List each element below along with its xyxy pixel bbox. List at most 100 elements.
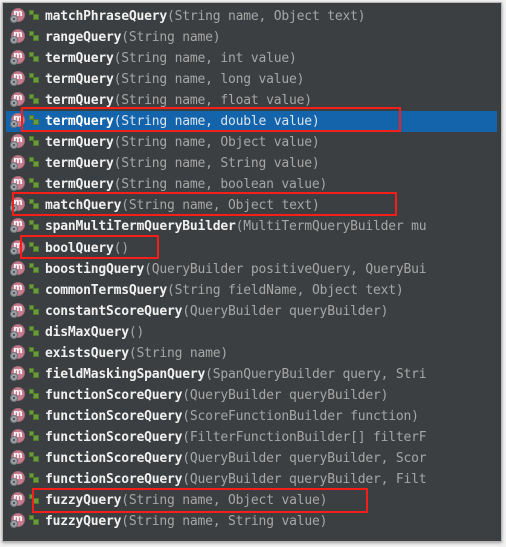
- static-member-icon: [28, 28, 41, 44]
- static-member-icon: [28, 133, 41, 149]
- completion-item-name: matchQuery: [45, 198, 122, 214]
- completion-item[interactable]: m rangeQuery(String name): [6, 27, 497, 48]
- completion-list[interactable]: m matchPhraseQuery(String name, Object te…: [6, 6, 497, 540]
- completion-item-params: (QueryBuilder queryBuilder): [182, 303, 389, 319]
- completion-item-name: disMaxQuery: [45, 324, 129, 340]
- completion-item[interactable]: m termQuery(String name, String value): [6, 153, 497, 174]
- completion-item[interactable]: m functionScoreQuery(QueryBuilder queryBu…: [6, 385, 497, 406]
- completion-item[interactable]: m termQuery(String name, double value): [6, 111, 497, 133]
- completion-item-name: functionScoreQuery: [45, 472, 183, 488]
- completion-item[interactable]: m fuzzyQuery(String name, String value): [6, 511, 497, 532]
- completion-item-name: rangeQuery: [45, 30, 122, 46]
- completion-item-params: (FilterFunctionBuilder[] filterF: [182, 429, 427, 445]
- completion-item-params: (SpanQueryBuilder query, Stri: [205, 366, 427, 382]
- completion-item-name: fuzzyQuery: [45, 514, 122, 530]
- completion-item-name: commonTermsQuery: [45, 282, 168, 298]
- completion-item-name: constantScoreQuery: [45, 303, 183, 319]
- completion-item-name: fieldMaskingSpanQuery: [45, 366, 206, 382]
- completion-item[interactable]: m functionScoreQuery(QueryBuilder queryBu…: [6, 469, 497, 490]
- completion-item-name: existsQuery: [45, 345, 129, 361]
- completion-item[interactable]: m functionScoreQuery(FilterFunctionBuilde…: [6, 427, 497, 448]
- method-icon: m: [10, 365, 26, 381]
- completion-item-params: (ScoreFunctionBuilder function): [182, 408, 419, 424]
- completion-item-params: (): [113, 240, 129, 256]
- completion-item-params: (String name, String value): [113, 156, 320, 172]
- completion-popup[interactable]: m matchPhraseQuery(String name, Object te…: [2, 2, 502, 542]
- completion-item[interactable]: m functionScoreQuery(QueryBuilder queryBu…: [6, 448, 497, 469]
- static-member-icon: [28, 196, 41, 212]
- completion-item[interactable]: m commonTermsQuery(String fieldName, Obje…: [6, 280, 497, 301]
- completion-item-name: matchPhraseQuery: [45, 9, 168, 24]
- completion-item-name: termQuery: [45, 156, 114, 172]
- completion-item[interactable]: m boostingQuery(QueryBuilder positiveQuer…: [6, 259, 497, 280]
- completion-item-name: functionScoreQuery: [45, 387, 183, 403]
- completion-item-name: termQuery: [45, 135, 114, 151]
- method-icon: m: [10, 281, 26, 297]
- completion-item[interactable]: m functionScoreQuery(ScoreFunctionBuilder…: [6, 406, 497, 427]
- static-member-icon: [28, 217, 41, 233]
- completion-item-name: fuzzyQuery: [45, 493, 122, 509]
- static-member-icon: [28, 491, 41, 507]
- completion-item[interactable]: m termQuery(String name, float value): [6, 90, 497, 111]
- method-icon: m: [10, 239, 26, 255]
- completion-item-name: termQuery: [45, 114, 114, 130]
- static-member-icon: [28, 49, 41, 65]
- completion-item[interactable]: m boolQuery(): [6, 238, 497, 259]
- static-member-icon: [28, 407, 41, 423]
- static-member-icon: [28, 386, 41, 402]
- completion-item-params: (String name): [128, 345, 229, 361]
- method-icon: m: [10, 344, 26, 360]
- static-member-icon: [28, 323, 41, 339]
- method-icon: m: [10, 49, 26, 66]
- completion-item[interactable]: m termQuery(String name, long value): [6, 69, 497, 90]
- method-icon: m: [10, 7, 26, 23]
- completion-item-name: boostingQuery: [45, 261, 145, 277]
- method-icon: m: [10, 491, 26, 508]
- completion-item[interactable]: m fuzzyQuery(String name, Object value): [6, 490, 497, 511]
- completion-item-params: (String name, Object text): [167, 9, 366, 24]
- completion-item-params: (QueryBuilder positiveQuery, QueryBui: [144, 261, 427, 277]
- completion-item-params: (String name, Object value): [121, 493, 328, 509]
- method-icon: m: [10, 112, 26, 129]
- static-member-icon: [28, 302, 41, 318]
- completion-item[interactable]: m termQuery(String name, int value): [6, 48, 497, 69]
- static-member-icon: [28, 112, 41, 128]
- completion-item[interactable]: m termQuery(String name, boolean value): [6, 174, 497, 195]
- method-icon: m: [10, 28, 26, 45]
- completion-item-name: functionScoreQuery: [45, 408, 183, 424]
- method-icon: m: [10, 302, 26, 318]
- completion-item-name: spanMultiTermQueryBuilder: [45, 219, 236, 235]
- completion-item[interactable]: m fieldMaskingSpanQuery(SpanQueryBuilder …: [6, 364, 497, 385]
- completion-item-params: (String name, Object value): [113, 135, 320, 151]
- completion-item-params: (String name, int value): [113, 51, 297, 67]
- static-member-icon: [28, 154, 41, 170]
- method-icon: m: [10, 196, 26, 213]
- completion-item[interactable]: m matchQuery(String name, Object text): [6, 195, 497, 216]
- completion-item[interactable]: m spanMultiTermQueryBuilder(MultiTermQuer…: [6, 216, 497, 237]
- completion-item-name: termQuery: [45, 72, 114, 88]
- static-member-icon: [28, 470, 41, 486]
- completion-item-params: (String name): [121, 30, 221, 46]
- static-member-icon: [28, 7, 41, 23]
- completion-item-params: (String name, float value): [113, 93, 312, 109]
- method-icon: m: [10, 386, 26, 402]
- method-icon: m: [10, 217, 26, 234]
- completion-item-params: (String name, double value): [113, 114, 320, 130]
- static-member-icon: [28, 365, 41, 381]
- method-icon: m: [10, 175, 26, 192]
- method-icon: m: [10, 428, 26, 444]
- completion-item[interactable]: m matchPhraseQuery(String name, Object te…: [6, 6, 497, 27]
- completion-item-name: termQuery: [45, 177, 114, 193]
- completion-item-params: (String name, String value): [121, 514, 328, 530]
- static-member-icon: [28, 512, 41, 528]
- completion-item[interactable]: m existsQuery(String name): [6, 343, 497, 364]
- method-icon: m: [10, 91, 26, 108]
- completion-item[interactable]: m termQuery(String name, Object value): [6, 132, 497, 153]
- static-member-icon: [28, 91, 41, 107]
- completion-item[interactable]: m disMaxQuery(): [6, 322, 497, 343]
- method-icon: m: [10, 323, 26, 339]
- method-icon: m: [10, 407, 26, 423]
- completion-item-params: (String name, Object text): [121, 198, 320, 214]
- static-member-icon: [28, 449, 41, 465]
- completion-item[interactable]: m constantScoreQuery(QueryBuilder queryBu…: [6, 301, 497, 322]
